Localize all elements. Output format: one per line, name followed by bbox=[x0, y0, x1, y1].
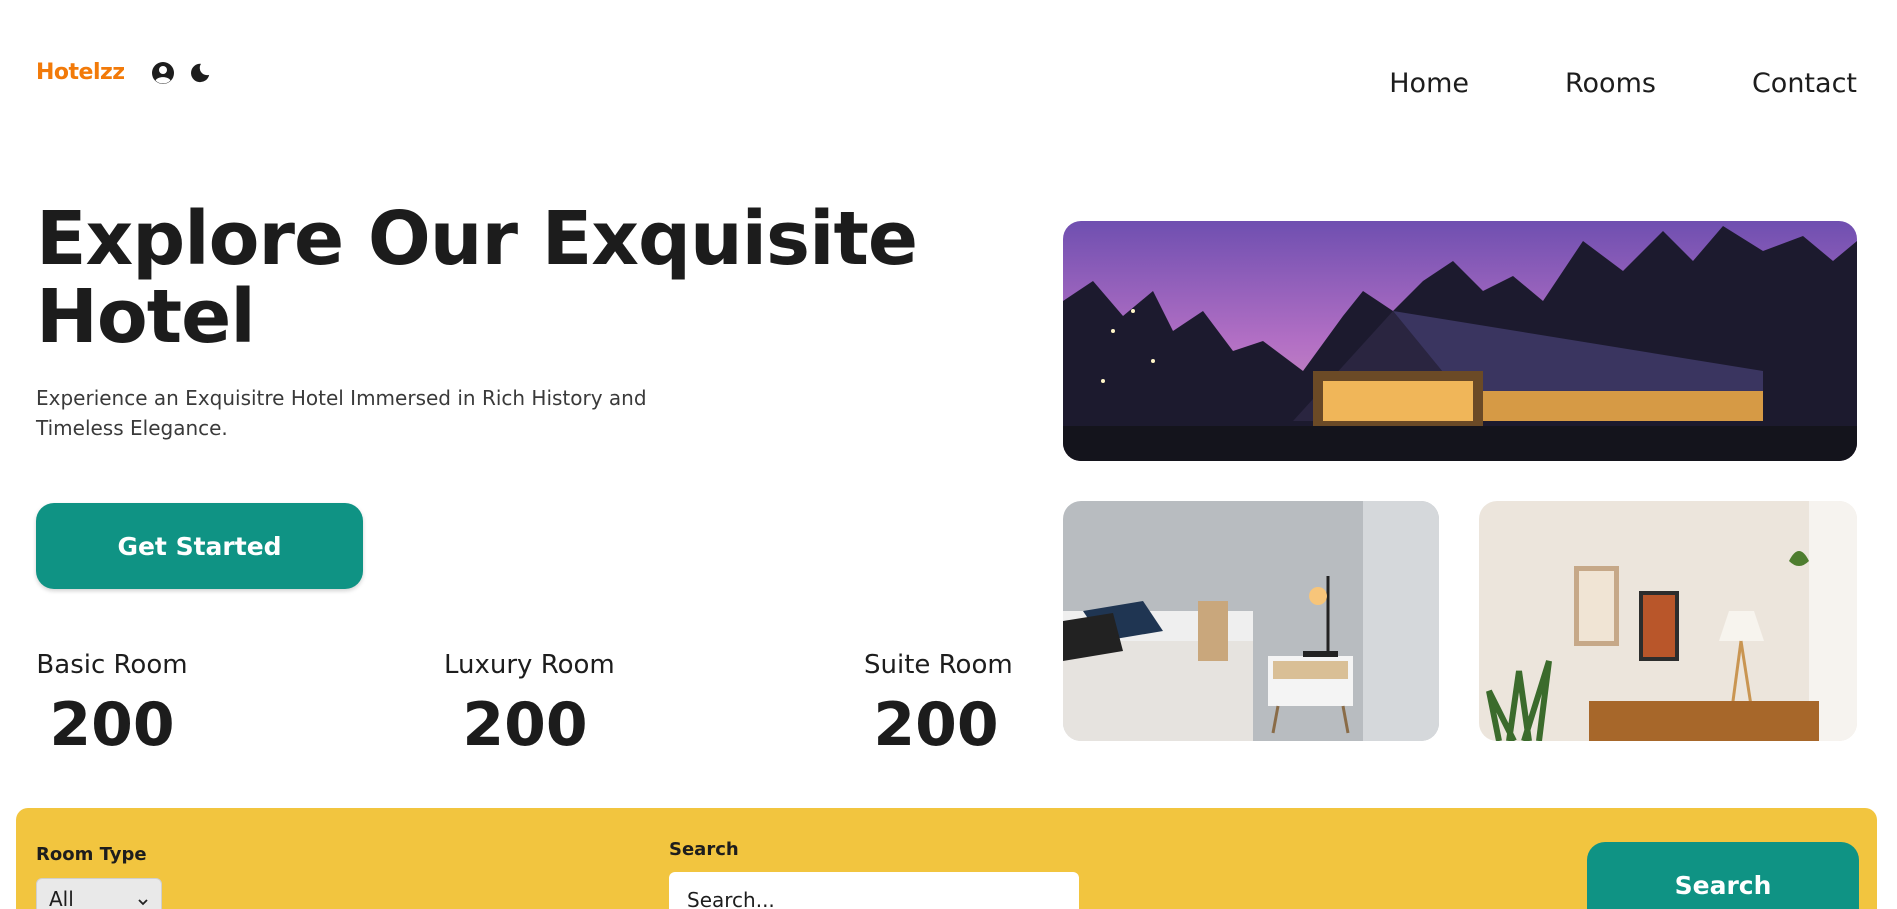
bedroom-image bbox=[1063, 501, 1439, 741]
stat-value: 200 bbox=[49, 690, 175, 760]
page: Hotelzz Home Rooms Contact Explore Our E… bbox=[0, 0, 1897, 909]
stat-label: Suite Room bbox=[864, 650, 1013, 680]
stat-value: 200 bbox=[462, 690, 588, 760]
room-type-value: All bbox=[49, 887, 74, 909]
stat-suite-room: Suite Room 200 bbox=[864, 650, 1013, 760]
moon-icon[interactable] bbox=[189, 62, 211, 84]
room-type-select[interactable]: All bbox=[36, 878, 162, 909]
hero-title: Explore Our Exquisite Hotel bbox=[36, 196, 918, 360]
stat-label: Basic Room bbox=[36, 650, 188, 680]
logo[interactable]: Hotelzz bbox=[36, 60, 125, 85]
living-room-image bbox=[1479, 501, 1857, 741]
header-icons bbox=[151, 61, 211, 85]
hero-subtitle: Experience an Exquisitre Hotel Immersed … bbox=[36, 386, 647, 440]
brand: Hotelzz bbox=[36, 60, 211, 85]
search-button[interactable]: Search bbox=[1587, 842, 1859, 909]
stat-basic-room: Basic Room 200 bbox=[36, 650, 188, 760]
search-input[interactable] bbox=[669, 872, 1079, 909]
chevron-down-icon bbox=[137, 887, 149, 909]
search-label: Search bbox=[669, 839, 739, 860]
user-circle-icon[interactable] bbox=[151, 61, 175, 85]
stat-label: Luxury Room bbox=[444, 650, 615, 680]
hotel-exterior-image bbox=[1063, 221, 1857, 461]
get-started-button[interactable]: Get Started bbox=[36, 503, 363, 589]
nav-contact[interactable]: Contact bbox=[1752, 68, 1857, 99]
search-panel: Room Type All Search Search bbox=[16, 808, 1877, 909]
main-nav: Home Rooms Contact bbox=[1389, 68, 1857, 99]
stat-value: 200 bbox=[873, 690, 999, 760]
room-type-label: Room Type bbox=[36, 844, 147, 865]
stat-luxury-room: Luxury Room 200 bbox=[444, 650, 615, 760]
nav-rooms[interactable]: Rooms bbox=[1565, 68, 1656, 99]
nav-home[interactable]: Home bbox=[1389, 68, 1469, 99]
